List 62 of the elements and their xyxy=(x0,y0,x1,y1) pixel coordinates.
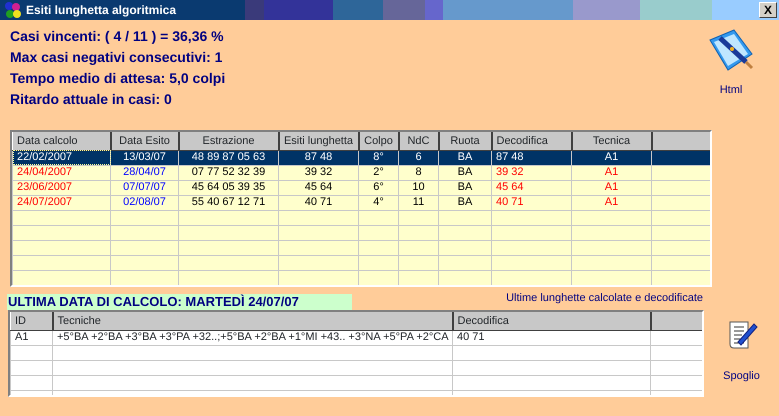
app-icon xyxy=(4,1,22,19)
column-header[interactable]: Data calcolo xyxy=(12,132,110,150)
table-cell[interactable]: 48 89 87 05 63 xyxy=(178,150,278,165)
last-calculation-date: ULTIMA DATA DI CALCOLO: MARTEDÌ 24/07/07 xyxy=(7,294,352,310)
column-header[interactable]: Estrazione xyxy=(178,132,278,150)
table-cell: 40 71 xyxy=(452,330,650,345)
table-cell[interactable]: 2° xyxy=(358,165,398,180)
table-cell[interactable]: 02/08/07 xyxy=(110,195,178,210)
summary-line: Max casi negativi consecutivi: 1 xyxy=(10,48,224,67)
column-header[interactable]: NdC xyxy=(398,132,438,150)
table-cell[interactable]: 8 xyxy=(398,165,438,180)
window-title: Esiti lunghetta algoritmica xyxy=(26,2,178,19)
table-cell[interactable]: 45 64 xyxy=(492,180,572,195)
table-cell[interactable]: 87 48 xyxy=(492,150,572,165)
table-cell[interactable]: 6 xyxy=(398,150,438,165)
table-cell[interactable]: 11 xyxy=(398,195,438,210)
table-cell[interactable]: 55 40 67 12 71 xyxy=(178,195,278,210)
table-cell[interactable]: BA xyxy=(438,195,492,210)
table-cell: A1 xyxy=(10,330,52,345)
table-cell[interactable]: 40 71 xyxy=(492,195,572,210)
table-cell[interactable]: 4° xyxy=(358,195,398,210)
table-cell: +5°BA +2°BA +3°BA +3°PA +32..;+5°BA +2°BA +1°MI +43.. +3°NA +5°PA +2°CA xyxy=(52,330,452,345)
summary-line: Casi vincenti: ( 4 / 11 ) = 36,36 % xyxy=(10,27,225,46)
column-header[interactable]: Data Esito xyxy=(110,132,178,150)
table-cell[interactable]: 22/02/2007 xyxy=(12,150,110,165)
table-cell[interactable]: 07 77 52 32 39 xyxy=(178,165,278,180)
table-cell[interactable]: 40 71 xyxy=(278,195,358,210)
summary-line: Ritardo attuale in casi: 0 xyxy=(10,90,173,109)
table-cell[interactable]: 45 64 05 39 35 xyxy=(178,180,278,195)
table-cell[interactable]: BA xyxy=(438,150,492,165)
column-header[interactable]: Decodifica xyxy=(492,132,572,150)
table-cell[interactable]: 39 32 xyxy=(278,165,358,180)
table-cell[interactable]: 13/03/07 xyxy=(110,150,178,165)
table-cell[interactable]: 24/07/2007 xyxy=(12,195,110,210)
table-cell[interactable]: 6° xyxy=(358,180,398,195)
table-cell[interactable]: 28/04/07 xyxy=(110,165,178,180)
section-caption: Ultime lunghette calcolate e decodificate xyxy=(505,290,703,306)
table-cell[interactable]: 8° xyxy=(358,150,398,165)
table-cell[interactable]: 87 48 xyxy=(278,150,358,165)
table-cell[interactable]: 10 xyxy=(398,180,438,195)
table-cell[interactable]: A1 xyxy=(572,195,652,210)
table-cell[interactable]: 07/07/07 xyxy=(110,180,178,195)
column-header[interactable]: ID xyxy=(10,312,52,330)
html-button[interactable]: Html xyxy=(720,82,742,98)
column-header[interactable]: Tecniche xyxy=(52,312,452,330)
table-cell[interactable]: 24/04/2007 xyxy=(12,165,110,180)
table-cell[interactable]: A1 xyxy=(572,165,652,180)
table-cell[interactable]: 39 32 xyxy=(492,165,572,180)
column-header[interactable]: Esiti lunghetta xyxy=(278,132,358,150)
column-header[interactable]: Colpo xyxy=(358,132,398,150)
summary-line: Tempo medio di attesa: 5,0 colpi xyxy=(10,69,226,88)
column-header[interactable]: Ruota xyxy=(438,132,492,150)
table-cell[interactable]: BA xyxy=(438,165,492,180)
spoglio-button[interactable]: Spoglio xyxy=(723,368,760,384)
table-cell[interactable]: 23/06/2007 xyxy=(12,180,110,195)
table-cell[interactable]: A1 xyxy=(572,180,652,195)
table-cell[interactable]: A1 xyxy=(572,150,652,165)
close-button[interactable]: X xyxy=(759,2,777,18)
table-cell[interactable]: 45 64 xyxy=(278,180,358,195)
table-cell[interactable]: BA xyxy=(438,180,492,195)
column-header[interactable]: Tecnica xyxy=(572,132,652,150)
column-header[interactable]: Decodifica xyxy=(452,312,650,330)
